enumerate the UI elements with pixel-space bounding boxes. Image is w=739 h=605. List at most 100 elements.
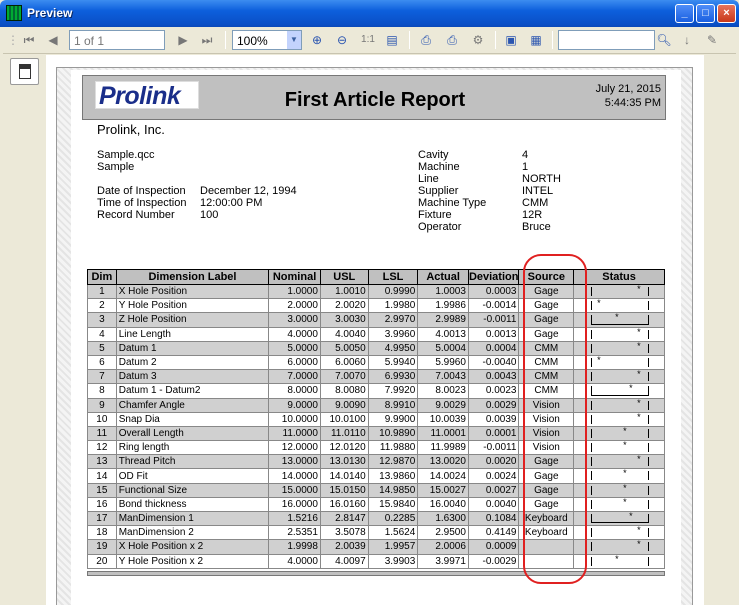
status-marker: * [623,468,627,479]
status-indicator: * [573,283,665,300]
search-icon[interactable]: 🔍︎ [655,31,673,49]
status-marker: * [637,397,641,408]
chevron-down-icon[interactable]: ▼ [287,31,301,49]
table-cell: 1.5216 [268,510,321,527]
actual-size-icon[interactable]: 1:1 [358,31,378,49]
print-icon[interactable]: ⎙ [417,31,435,49]
next-page-icon[interactable]: ▶ [175,31,191,49]
column-header: USL [319,269,369,285]
minimize-button[interactable]: _ [675,4,694,23]
table-cell: 3.0030 [319,312,369,328]
status-indicator: * [573,539,665,555]
status-lower-limit [591,499,593,509]
table-cell: -0.0029 [467,553,520,569]
save-icon[interactable]: ▣ [502,31,520,49]
status-upper-limit [648,556,649,566]
status-lower-limit [591,301,593,311]
page-thumbnail-button[interactable] [10,58,39,85]
table-cell: 8.0023 [417,383,469,399]
table-cell: 2.0020 [319,298,369,314]
close-button[interactable]: × [717,4,736,23]
table-cell: Line Length [115,326,270,342]
info-value: NORTH [522,173,561,185]
column-header: Nominal [268,269,321,285]
export-icon[interactable]: ▦ [527,31,545,49]
page-number-input[interactable]: 1 of 1 [69,30,165,50]
zoom-value: 100% [237,34,268,48]
search-input[interactable] [558,30,655,50]
table-cell: 0.2285 [367,510,419,527]
table-cell: Functional Size [115,482,270,498]
last-page-icon[interactable]: ⏭ [199,31,215,49]
info-value: 12R [522,209,543,221]
table-cell: 2.5351 [268,525,321,541]
page-setup-icon[interactable]: ⚙ [469,31,487,49]
previous-page-icon[interactable]: ◀ [45,31,61,49]
info-label: Supplier [418,185,459,197]
table-row: 8 Datum 1 - Datum2 8.0000 8.0080 7.9920 8.002… [87,383,665,399]
status-lower-limit [591,471,593,481]
maximize-button[interactable]: □ [696,4,715,23]
window-title-bar[interactable]: Preview _ □ × [0,0,739,27]
status-indicator: * [573,482,665,498]
table-cell: 19 [87,539,117,555]
side-panel [3,55,43,605]
status-lower-limit [591,428,593,438]
status-lower-limit [591,457,593,467]
table-cell: 0.0023 [467,383,520,399]
page-width-icon[interactable]: ▤ [383,31,401,49]
table-cell: 4.0000 [268,326,321,342]
status-marker: * [637,454,641,465]
table-row: 4 Line Length 4.0000 4.0040 3.9960 4.0013 0.00… [87,326,665,342]
status-marker: * [629,511,633,521]
table-cell: Bond thickness [115,496,270,513]
table-cell: ManDimension 2 [115,525,270,541]
status-baseline [591,394,649,396]
table-header-row: Dim Dimension Label Nominal USL LSL Actu… [87,269,665,285]
table-cell: OD Fit [115,468,270,484]
file-name: Sample.qcc [97,149,155,161]
status-indicator: * [573,369,665,385]
zoom-select[interactable]: 100% ▼ [232,30,302,50]
first-page-icon[interactable]: ⏮ [21,31,37,49]
table-cell: 3.9960 [367,326,419,342]
table-cell: 2 [87,298,117,314]
table-cell: 3 [87,312,117,328]
info-value: 100 [200,209,219,221]
status-marker: * [623,440,627,451]
table-cell: 6.0000 [268,354,321,371]
column-header: Dimension Label [115,269,270,285]
status-indicator: * [573,411,665,427]
find-next-icon[interactable]: ↓ [679,31,695,49]
status-marker: * [615,312,619,323]
status-upper-limit [648,414,649,424]
status-upper-limit [648,428,649,438]
table-cell: 15.0150 [319,482,369,498]
print-setup-icon[interactable]: ⎙ [443,31,461,49]
status-lower-limit [591,343,593,353]
table-cell: 0.0001 [467,425,520,442]
zoom-in-icon[interactable]: ⊕ [308,31,326,49]
status-marker: * [629,383,633,394]
status-indicator: * [573,425,665,442]
table-cell: 5.9940 [367,354,419,371]
table-row: 15 Functional Size 15.0000 15.0150 14.9850 15… [87,482,665,498]
table-cell: 14.9850 [367,482,419,498]
table-cell: Ring length [115,440,270,456]
table-cell: 0.0004 [467,340,520,356]
options-icon[interactable]: ✎ [703,31,721,49]
status-marker: * [637,525,641,536]
report-date: July 21, 2015 [595,83,661,95]
table-cell: 12.9870 [367,454,419,470]
table-cell: 10.9890 [367,425,419,442]
status-marker: * [597,354,601,365]
status-indicator: * [573,383,665,399]
status-indicator: * [573,496,665,513]
status-upper-limit [648,287,649,296]
table-cell: 10.0000 [268,411,321,427]
table-cell: 9.0029 [417,397,469,413]
zoom-out-icon[interactable]: ⊖ [333,31,351,49]
table-cell: 3.9903 [367,553,419,569]
table-cell: Vision [518,397,575,413]
table-cell: Datum 2 [115,354,270,371]
